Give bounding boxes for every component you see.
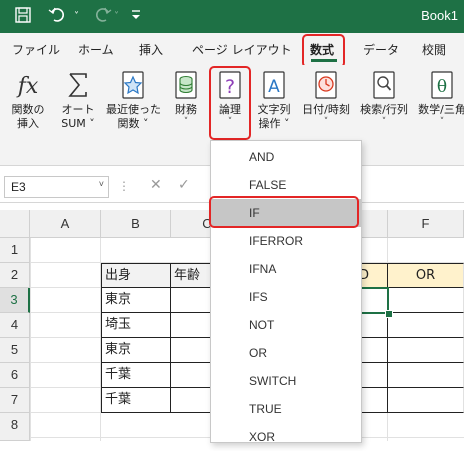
row-header-1[interactable]: 1 bbox=[0, 238, 30, 263]
window-title: Book1 bbox=[421, 8, 458, 23]
row-header-3[interactable]: 3 bbox=[0, 288, 30, 313]
customize-qat-icon[interactable] bbox=[130, 6, 142, 29]
menu-item-not[interactable]: NOT bbox=[211, 311, 361, 339]
menu-item-iferror[interactable]: IFERROR bbox=[211, 227, 361, 255]
cell-b3[interactable]: 東京 bbox=[101, 288, 171, 313]
tab-home[interactable]: ホーム bbox=[78, 41, 114, 58]
text-button[interactable]: A 文字列 操作 ˅ bbox=[252, 69, 296, 131]
formula-bar-grip: ⋮ bbox=[118, 179, 130, 193]
fx-icon: fx bbox=[12, 69, 44, 101]
name-box-dropdown-icon[interactable]: ˅ bbox=[99, 179, 104, 189]
insert-function-button[interactable]: fx 関数の 挿入 bbox=[6, 69, 50, 131]
sigma-icon bbox=[62, 69, 94, 101]
menu-bar: ファイル ホーム 挿入 ページ レイアウト 数式 データ 校閲 bbox=[0, 33, 464, 65]
row-header-7[interactable]: 7 bbox=[0, 388, 30, 413]
cell-f4[interactable] bbox=[388, 313, 464, 338]
cell-f7[interactable] bbox=[388, 388, 464, 413]
recent-functions-button[interactable]: 最近使った 関数 ˅ bbox=[106, 69, 161, 131]
save-icon[interactable] bbox=[14, 6, 32, 29]
row-header-6[interactable]: 6 bbox=[0, 363, 30, 388]
tab-data[interactable]: データ bbox=[363, 41, 399, 58]
search-book-icon bbox=[368, 69, 400, 101]
star-book-icon bbox=[117, 69, 149, 101]
cell-b5[interactable]: 東京 bbox=[101, 338, 171, 363]
name-box[interactable]: E3 ˅ bbox=[4, 176, 109, 198]
clock-book-icon bbox=[310, 69, 342, 101]
cell-b6[interactable]: 千葉 bbox=[101, 363, 171, 388]
tab-page-layout[interactable]: ページ レイアウト bbox=[192, 41, 292, 58]
column-header-b[interactable]: B bbox=[101, 210, 171, 238]
cell-b2[interactable]: 出身 bbox=[101, 263, 171, 288]
logical-button-highlight bbox=[209, 66, 251, 140]
tab-insert[interactable]: 挿入 bbox=[139, 41, 163, 58]
date-time-button[interactable]: 日付/時刻 ˅ bbox=[298, 69, 354, 127]
row-header-2[interactable]: 2 bbox=[0, 263, 30, 288]
logical-functions-menu: AND FALSE IF IFERROR IFNA IFS NOT OR SWI… bbox=[210, 140, 362, 444]
theta-book-icon: θ bbox=[426, 69, 458, 101]
tab-file[interactable]: ファイル bbox=[12, 41, 60, 58]
redo-icon[interactable] bbox=[90, 6, 112, 29]
select-all-corner[interactable] bbox=[0, 210, 30, 238]
database-book-icon bbox=[170, 69, 202, 101]
menu-item-and[interactable]: AND bbox=[211, 143, 361, 171]
text-book-icon: A bbox=[258, 69, 290, 101]
math-trig-button[interactable]: θ 数学/三角 ˅ bbox=[414, 69, 464, 127]
svg-text:fx: fx bbox=[16, 74, 39, 99]
cell-f2[interactable]: OR bbox=[388, 263, 464, 288]
cell-f6[interactable] bbox=[388, 363, 464, 388]
row-header-8[interactable]: 8 bbox=[0, 413, 30, 441]
title-bar: ˅ ˅ Book1 bbox=[0, 0, 464, 33]
menu-item-true[interactable]: TRUE bbox=[211, 395, 361, 423]
menu-item-switch[interactable]: SWITCH bbox=[211, 367, 361, 395]
formulas-tab-highlight bbox=[302, 34, 345, 68]
undo-dropdown-icon[interactable]: ˅ bbox=[74, 7, 79, 27]
svg-text:A: A bbox=[268, 77, 280, 97]
undo-icon[interactable] bbox=[48, 6, 70, 29]
cell-f3[interactable] bbox=[388, 288, 464, 313]
row-header-4[interactable]: 4 bbox=[0, 313, 30, 338]
menu-item-false[interactable]: FALSE bbox=[211, 171, 361, 199]
tab-review[interactable]: 校閲 bbox=[422, 41, 446, 58]
menu-item-xor[interactable]: XOR bbox=[211, 423, 361, 451]
menu-item-or[interactable]: OR bbox=[211, 339, 361, 367]
cell-b4[interactable]: 埼玉 bbox=[101, 313, 171, 338]
lookup-reference-button[interactable]: 検索/行列 ˅ bbox=[356, 69, 412, 127]
column-header-f[interactable]: F bbox=[388, 210, 464, 238]
menu-item-ifna[interactable]: IFNA bbox=[211, 255, 361, 283]
fill-handle[interactable] bbox=[385, 310, 393, 318]
menu-item-ifs[interactable]: IFS bbox=[211, 283, 361, 311]
cell-b7[interactable]: 千葉 bbox=[101, 388, 171, 413]
financial-button[interactable]: 財務 ˅ bbox=[166, 69, 206, 127]
if-item-highlight bbox=[209, 196, 359, 228]
column-header-a[interactable]: A bbox=[30, 210, 101, 238]
svg-text:θ: θ bbox=[437, 77, 447, 97]
cell-f5[interactable] bbox=[388, 338, 464, 363]
redo-dropdown-icon[interactable]: ˅ bbox=[114, 7, 119, 27]
row-header-5[interactable]: 5 bbox=[0, 338, 30, 363]
cancel-entry-icon[interactable]: ✕ bbox=[150, 177, 162, 193]
autosum-button[interactable]: オート SUM ˅ bbox=[56, 69, 100, 131]
enter-entry-icon[interactable]: ✓ bbox=[178, 177, 190, 193]
